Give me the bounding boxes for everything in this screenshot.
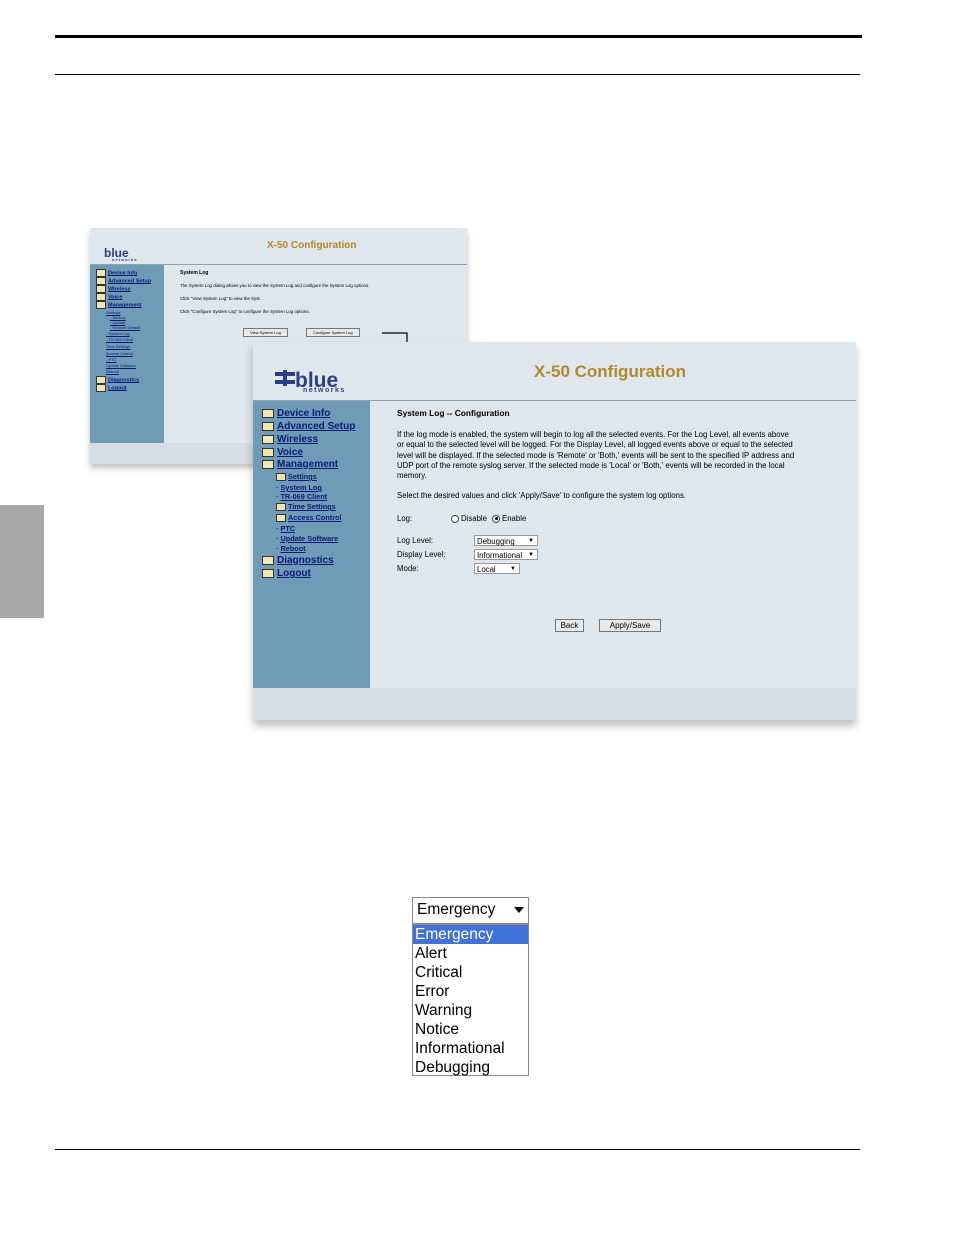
nav-tr069-client[interactable]: - TR-069 Client bbox=[276, 492, 327, 501]
ss-nav-tr069[interactable]: - TR-069 Client bbox=[106, 337, 133, 342]
ss-nav-ptc[interactable]: - PTC bbox=[106, 357, 116, 362]
dropdown-option[interactable]: Warning bbox=[413, 1001, 528, 1020]
ss-logo-sub: networks bbox=[112, 257, 138, 262]
dropdown-selected-value: Emergency bbox=[417, 901, 496, 918]
log-level-dropdown[interactable]: Emergency bbox=[412, 897, 529, 924]
chevron-down-icon: ▼ bbox=[528, 552, 534, 558]
ls-page-title: X-50 Configuration bbox=[534, 362, 687, 381]
chapter-side-tab bbox=[0, 505, 44, 618]
dropdown-option[interactable]: Notice bbox=[413, 1020, 528, 1039]
folder-icon bbox=[96, 269, 106, 277]
chevron-down-icon bbox=[514, 907, 524, 913]
ss-nav-logout[interactable]: Logout bbox=[96, 384, 127, 392]
ls-footer bbox=[253, 688, 856, 720]
nav-advanced-setup[interactable]: Advanced Setup bbox=[262, 421, 355, 432]
nav-management[interactable]: Management bbox=[262, 459, 338, 470]
display-level-select[interactable]: Informational ▼ bbox=[474, 549, 538, 560]
dropdown-option[interactable]: Alert bbox=[413, 944, 528, 963]
log-level-select[interactable]: Debugging ▼ bbox=[474, 535, 538, 546]
log-disable-radio[interactable]: Disable bbox=[451, 514, 487, 523]
log-level-label: Log Level: bbox=[397, 536, 433, 545]
x-logo-icon bbox=[275, 370, 295, 386]
ss-nav-time-settings[interactable]: Time Settings bbox=[106, 344, 130, 349]
folder-icon bbox=[262, 434, 274, 444]
nav-access-control[interactable]: Access Control bbox=[276, 513, 342, 523]
config-description: If the log mode is enabled, the system w… bbox=[397, 430, 795, 481]
ss-nav-device-info[interactable]: Device Info bbox=[96, 269, 137, 277]
page-top-rule bbox=[55, 35, 862, 38]
ss-nav-reboot[interactable]: Reboot bbox=[106, 369, 119, 374]
nav-logout[interactable]: Logout bbox=[262, 568, 311, 579]
ss-nav-management[interactable]: Management bbox=[96, 301, 142, 309]
log-label: Log: bbox=[397, 514, 413, 523]
dropdown-option[interactable]: Emergency bbox=[413, 925, 528, 944]
ss-line2: Click "View System Log" to view the Syst… bbox=[180, 296, 261, 301]
nav-voice[interactable]: Voice bbox=[262, 447, 303, 458]
ss-nav-restore-default[interactable]: - Restore Default bbox=[110, 325, 140, 330]
radio-icon bbox=[451, 514, 459, 523]
radio-selected-icon bbox=[492, 514, 500, 523]
folder-icon bbox=[96, 384, 106, 392]
dropdown-option[interactable]: Critical bbox=[413, 963, 528, 982]
ss-nav-wireless[interactable]: Wireless bbox=[96, 285, 131, 293]
header-divider bbox=[55, 74, 860, 75]
ls-logo-sub: networks bbox=[303, 387, 346, 394]
nav-settings[interactable]: Settings bbox=[276, 472, 317, 482]
mode-label: Mode: bbox=[397, 564, 419, 573]
ls-sidebar: Device Info Advanced Setup Wireless Voic… bbox=[253, 401, 370, 688]
nav-update-software[interactable]: - Update Software bbox=[276, 534, 338, 543]
folder-icon bbox=[262, 459, 274, 469]
back-button[interactable]: Back bbox=[555, 619, 584, 632]
view-system-log-button[interactable]: View System Log bbox=[243, 328, 288, 337]
folder-icon bbox=[262, 421, 274, 431]
folder-icon bbox=[262, 408, 274, 418]
config-heading: System Log -- Configuration bbox=[397, 408, 510, 418]
folder-icon bbox=[276, 473, 286, 482]
folder-icon bbox=[96, 285, 106, 293]
ss-nav-voice[interactable]: Voice bbox=[96, 293, 122, 301]
dropdown-options-list: Emergency Alert Critical Error Warning N… bbox=[412, 924, 529, 1076]
ss-nav-advanced-setup[interactable]: Advanced Setup bbox=[96, 277, 151, 285]
ls-content: System Log -- Configuration If the log m… bbox=[370, 401, 856, 688]
config-instructions: Select the desired values and click 'App… bbox=[397, 491, 687, 500]
ss-line1: The System Log dialog allows you to view… bbox=[180, 283, 370, 288]
ss-nav-update-software[interactable]: Update Software bbox=[106, 363, 136, 368]
nav-device-info[interactable]: Device Info bbox=[262, 408, 330, 419]
folder-icon bbox=[262, 568, 274, 578]
ss-line3: Click "Configure System Log" to configur… bbox=[180, 309, 310, 314]
folder-icon bbox=[262, 555, 274, 565]
chevron-down-icon: ▼ bbox=[528, 538, 534, 544]
ss-logo: blue networks bbox=[104, 246, 138, 262]
ss-heading: System Log bbox=[180, 270, 209, 276]
footer-divider bbox=[55, 1149, 860, 1150]
dropdown-option[interactable]: Error bbox=[413, 982, 528, 1001]
ss-nav-access-control[interactable]: Access Control bbox=[106, 351, 133, 356]
chevron-down-icon: ▼ bbox=[510, 566, 516, 572]
nav-diagnostics[interactable]: Diagnostics bbox=[262, 555, 334, 566]
configure-system-log-button[interactable]: Configure System Log bbox=[306, 328, 360, 337]
log-enable-radio[interactable]: Enable bbox=[492, 514, 526, 523]
nav-wireless[interactable]: Wireless bbox=[262, 434, 318, 445]
nav-system-log[interactable]: - System Log bbox=[276, 483, 322, 492]
display-level-label: Display Level: bbox=[397, 550, 446, 559]
dropdown-option[interactable]: Informational bbox=[413, 1039, 528, 1058]
ss-nav-diagnostics[interactable]: Diagnostics bbox=[96, 376, 139, 384]
folder-icon bbox=[96, 293, 106, 301]
system-log-configuration-screenshot: blue networks X-50 Configuration Device … bbox=[253, 342, 856, 720]
folder-icon bbox=[96, 376, 106, 384]
dropdown-option[interactable]: Debugging bbox=[413, 1058, 528, 1077]
mode-select[interactable]: Local ▼ bbox=[474, 563, 520, 574]
folder-icon bbox=[276, 503, 286, 512]
folder-icon bbox=[96, 277, 106, 285]
nav-reboot[interactable]: - Reboot bbox=[276, 544, 306, 553]
folder-icon bbox=[262, 447, 274, 457]
nav-time-settings[interactable]: Time Settings bbox=[276, 502, 336, 512]
nav-ptc[interactable]: - PTC bbox=[276, 524, 295, 533]
folder-icon bbox=[276, 514, 286, 523]
ss-sidebar: Device Info Advanced Setup Wireless Voic… bbox=[90, 265, 164, 443]
ss-nav-system-log[interactable]: - System Log bbox=[106, 331, 130, 336]
folder-icon bbox=[96, 301, 106, 309]
ss-page-title: X-50 Configuration bbox=[267, 240, 357, 251]
apply-save-button[interactable]: Apply/Save bbox=[599, 619, 661, 632]
